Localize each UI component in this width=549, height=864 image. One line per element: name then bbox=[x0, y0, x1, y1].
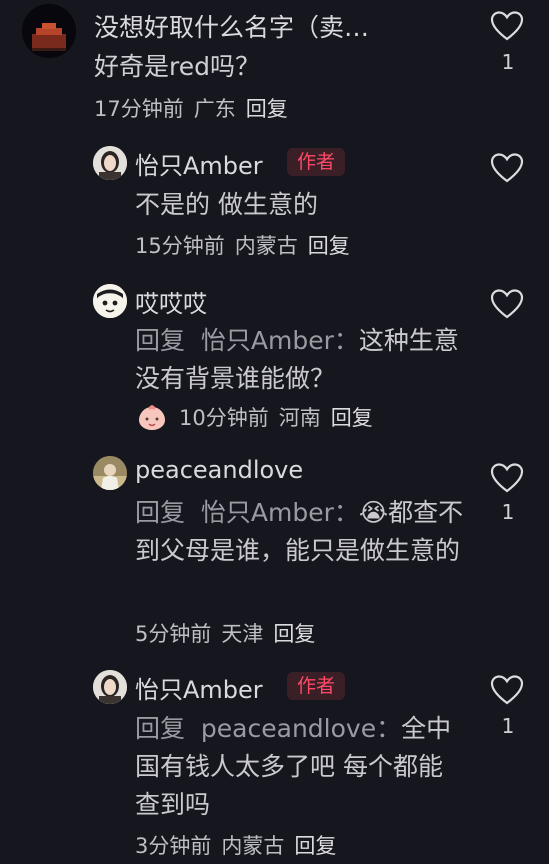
comment-item: 没想好取什么名字（卖… 好奇是red吗？ 17分钟前 广东 回复 1 bbox=[0, 0, 549, 130]
author-badge: 作者 bbox=[287, 672, 346, 700]
comment-time: 10分钟前 bbox=[179, 406, 269, 430]
comment-text[interactable]: 不是的 做生意的 bbox=[135, 186, 465, 224]
reply-prefix: 回复 bbox=[135, 714, 186, 743]
reply-button[interactable]: 回复 bbox=[294, 834, 336, 858]
comment-username[interactable]: 哎哎哎 bbox=[135, 284, 207, 319]
author-badge: 作者 bbox=[287, 148, 346, 176]
comment-time: 15分钟前 bbox=[135, 234, 225, 258]
comment-location: 广东 bbox=[193, 97, 236, 121]
reply-prefix: 回复 bbox=[135, 326, 186, 355]
reply-target-username[interactable]: 怡只Amber： bbox=[201, 326, 359, 355]
heart-outline-icon[interactable] bbox=[490, 10, 524, 42]
reply-target-username[interactable]: 怡只Amber： bbox=[201, 498, 359, 527]
comment-meta: 5分钟前 天津 回复 bbox=[135, 618, 325, 648]
comment-time: 17分钟前 bbox=[94, 97, 184, 121]
comment-item: peaceandlove 回复 怡只Amber：😭都查不到父母是谁，能只是做生意… bbox=[0, 452, 549, 657]
reply-button[interactable]: 回复 bbox=[308, 234, 350, 258]
comment-location: 河南 bbox=[278, 406, 321, 430]
comment-location: 内蒙古 bbox=[221, 834, 285, 858]
comment-item: 哎哎哎 回复 怡只Amber：这种生意没有背景谁能做？ 10分钟前 河南 回复 bbox=[0, 278, 549, 448]
comment-text[interactable]: 回复 怡只Amber：这种生意没有背景谁能做？ bbox=[135, 322, 465, 398]
avatar-image bbox=[93, 456, 127, 490]
reply-button[interactable]: 回复 bbox=[246, 97, 288, 121]
emoji-crying: 😭 bbox=[358, 498, 389, 527]
reply-button[interactable]: 回复 bbox=[273, 622, 315, 646]
comment-meta: 15分钟前 内蒙古 回复 bbox=[135, 230, 360, 260]
comment-meta: 17分钟前 广东 回复 bbox=[94, 93, 298, 123]
avatar[interactable] bbox=[93, 670, 127, 704]
comment-location: 天津 bbox=[221, 622, 264, 646]
avatar[interactable] bbox=[93, 146, 127, 180]
avatar-image bbox=[93, 146, 127, 180]
like-count: 1 bbox=[501, 50, 515, 74]
comment-username[interactable]: peaceandlove bbox=[135, 456, 303, 484]
reply-target-username[interactable]: peaceandlove： bbox=[201, 714, 401, 743]
avatar[interactable] bbox=[93, 284, 127, 318]
like-count: 1 bbox=[501, 714, 515, 738]
heart-outline-icon[interactable] bbox=[490, 152, 524, 184]
comment-meta: 10分钟前 河南 回复 bbox=[135, 402, 383, 432]
reply-prefix: 回复 bbox=[135, 498, 186, 527]
comment-time: 5分钟前 bbox=[135, 622, 212, 646]
peach-face-icon bbox=[135, 403, 169, 431]
comment-item: 怡只Amber 作者 回复 peaceandlove：全中国有钱人太多了吧 每个… bbox=[0, 664, 549, 864]
comment-time: 3分钟前 bbox=[135, 834, 212, 858]
comment-text[interactable]: 回复 peaceandlove：全中国有钱人太多了吧 每个都能查到吗 bbox=[135, 710, 465, 824]
like-count: 1 bbox=[501, 500, 515, 524]
comment-username[interactable]: 怡只Amber bbox=[135, 670, 263, 705]
avatar[interactable] bbox=[22, 4, 76, 58]
heart-outline-icon[interactable] bbox=[490, 462, 524, 494]
comment-meta: 3分钟前 内蒙古 回复 bbox=[135, 830, 346, 860]
heart-outline-icon[interactable] bbox=[490, 288, 524, 320]
reply-button[interactable]: 回复 bbox=[331, 406, 373, 430]
heart-outline-icon[interactable] bbox=[490, 674, 524, 706]
avatar-image bbox=[22, 4, 76, 58]
comment-text[interactable]: 好奇是red吗？ bbox=[94, 48, 454, 86]
avatar-image bbox=[93, 670, 127, 704]
comment-username[interactable]: 没想好取什么名字（卖… bbox=[94, 8, 369, 44]
avatar[interactable] bbox=[93, 456, 127, 490]
comment-text[interactable]: 回复 怡只Amber：😭都查不到父母是谁，能只是做生意的 bbox=[135, 494, 465, 570]
comment-location: 内蒙古 bbox=[234, 234, 298, 258]
comment-item: 怡只Amber 作者 不是的 做生意的 15分钟前 内蒙古 回复 bbox=[0, 140, 549, 265]
avatar-image bbox=[93, 284, 127, 318]
comment-username[interactable]: 怡只Amber bbox=[135, 146, 263, 181]
